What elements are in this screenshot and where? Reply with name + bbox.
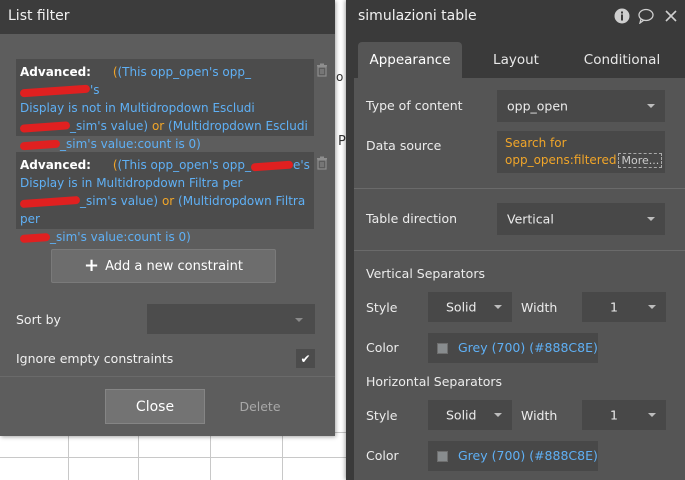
data-source-expression[interactable]: Search for opp_opens:filtered More...	[497, 131, 665, 173]
chevron-down-icon	[494, 305, 502, 309]
redaction-mark	[19, 232, 51, 243]
chevron-down-icon	[295, 318, 303, 322]
horizontal-width-value: 1	[610, 407, 618, 423]
canvas-text-fragment: P	[338, 134, 346, 149]
vertical-color-value: Grey (700) (#888C8E)	[458, 340, 598, 355]
data-source-label: Data source	[366, 138, 442, 153]
table-direction-value: Vertical	[507, 211, 554, 227]
ignore-empty-checkbox[interactable]: ✔	[296, 349, 315, 368]
ignore-empty-label: Ignore empty constraints	[16, 351, 174, 366]
horizontal-style-label: Style	[366, 408, 398, 423]
table-direction-label: Table direction	[366, 211, 458, 226]
chevron-down-icon	[494, 413, 502, 417]
table-direction-dropdown[interactable]: Vertical	[497, 203, 665, 235]
data-source-line1: Search for	[505, 136, 567, 150]
horizontal-color-label: Color	[366, 448, 399, 463]
tab-layout[interactable]: Layout	[476, 42, 556, 78]
vertical-width-value: 1	[610, 299, 618, 315]
sort-by-dropdown[interactable]	[147, 304, 315, 334]
type-of-content-value: opp_open	[507, 98, 568, 114]
close-icon[interactable]	[663, 8, 679, 24]
redaction-mark	[19, 84, 91, 97]
more-link[interactable]: More...	[618, 153, 663, 168]
add-constraint-button[interactable]: + Add a new constraint	[51, 249, 276, 283]
properties-tabs: Appearance Layout Conditional	[346, 34, 685, 78]
vertical-width-label: Width	[521, 300, 558, 315]
appearance-pane: Type of content opp_open Data source Sea…	[354, 78, 685, 480]
horizontal-width-label: Width	[521, 408, 558, 423]
list-filter-panel: List filter Advanced: ((This opp_open's …	[0, 0, 335, 436]
horizontal-color-picker[interactable]: Grey (700) (#888C8E)	[428, 441, 598, 471]
horizontal-width-dropdown[interactable]: 1	[582, 400, 666, 430]
trash-icon[interactable]	[316, 156, 328, 170]
vertical-color-label: Color	[366, 340, 399, 355]
color-swatch	[437, 451, 448, 462]
divider	[0, 376, 335, 377]
canvas-table-grid	[0, 432, 350, 480]
horizontal-color-value: Grey (700) (#888C8E)	[458, 448, 598, 463]
vertical-separators-title: Vertical Separators	[366, 266, 485, 281]
chevron-down-icon	[647, 104, 655, 108]
properties-header[interactable]: simulazioni table	[346, 0, 685, 34]
vertical-width-dropdown[interactable]: 1	[582, 292, 666, 322]
redaction-mark	[19, 139, 61, 150]
constraint-item[interactable]: Advanced: ((This opp_open's opp_'s Displ…	[16, 59, 327, 151]
panel-title: simulazioni table	[358, 8, 477, 24]
redaction-mark	[19, 120, 71, 133]
chevron-down-icon	[648, 413, 656, 417]
divider	[354, 250, 685, 251]
color-swatch	[437, 343, 448, 354]
checkmark-icon: ✔	[300, 351, 311, 366]
vertical-color-picker[interactable]: Grey (700) (#888C8E)	[428, 333, 598, 363]
horizontal-style-dropdown[interactable]: Solid	[428, 400, 512, 430]
close-button[interactable]: Close	[105, 389, 205, 424]
type-of-content-dropdown[interactable]: opp_open	[497, 90, 665, 122]
horizontal-separators-title: Horizontal Separators	[366, 374, 503, 389]
plus-icon: +	[84, 255, 100, 276]
comment-icon[interactable]	[638, 8, 654, 24]
redaction-mark	[19, 195, 81, 208]
vertical-style-label: Style	[366, 300, 398, 315]
panel-title: List filter	[8, 8, 70, 24]
list-filter-header[interactable]: List filter	[0, 0, 335, 34]
constraint-item[interactable]: Advanced: ((This opp_open's opp_ e's Disp…	[16, 152, 327, 244]
type-of-content-label: Type of content	[366, 98, 463, 113]
chevron-down-icon	[647, 217, 655, 221]
sort-by-label: Sort by	[16, 312, 61, 327]
info-icon[interactable]	[614, 8, 630, 24]
properties-panel: simulazioni table Appearance Layout Cond…	[346, 0, 685, 480]
vertical-style-value: Solid	[446, 299, 477, 315]
trash-icon[interactable]	[316, 63, 328, 77]
canvas-text-fragment: o	[336, 70, 344, 84]
redaction-mark	[250, 160, 294, 171]
chevron-down-icon	[648, 305, 656, 309]
tab-appearance[interactable]: Appearance	[358, 42, 462, 78]
vertical-style-dropdown[interactable]: Solid	[428, 292, 512, 322]
divider	[354, 188, 685, 189]
horizontal-style-value: Solid	[446, 407, 477, 423]
tab-conditional[interactable]: Conditional	[572, 42, 672, 78]
delete-button[interactable]: Delete	[224, 389, 296, 424]
data-source-line2: opp_opens:filtered	[505, 153, 617, 167]
add-constraint-label: Add a new constraint	[105, 258, 243, 274]
